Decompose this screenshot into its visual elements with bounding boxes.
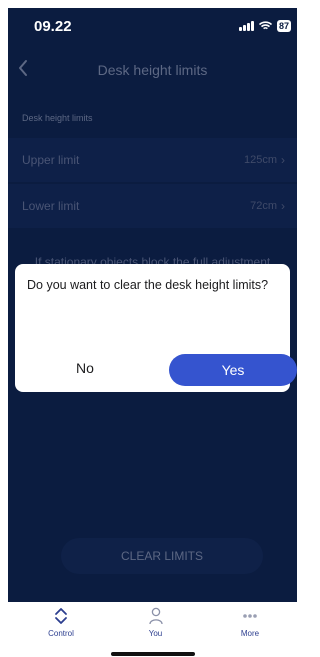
upper-limit-row[interactable]: Upper limit 125cm › [8, 138, 297, 182]
chevron-right-icon: › [281, 153, 285, 167]
up-down-chevron-icon [54, 607, 68, 625]
clear-limits-button[interactable]: CLEAR LIMITS [61, 538, 263, 574]
status-bar: 09.22 87 [8, 8, 297, 48]
dialog-message: Do you want to clear the desk height lim… [27, 278, 269, 292]
dialog-no-button[interactable]: No [55, 352, 115, 384]
tab-label: More [240, 629, 260, 638]
tab-bar: Control You More [8, 602, 297, 652]
status-icons: 87 [238, 20, 291, 32]
status-time: 09.22 [34, 18, 72, 35]
row-value: 72cm [250, 200, 277, 212]
dialog-yes-button[interactable]: Yes [169, 354, 297, 386]
person-icon [148, 607, 163, 625]
tab-control[interactable]: Control [26, 602, 96, 652]
signal-icon [238, 21, 254, 31]
nav-header: Desk height limits [8, 48, 297, 92]
tab-more[interactable]: More [215, 602, 285, 652]
tab-you[interactable]: You [121, 602, 191, 652]
more-dots-icon [242, 607, 258, 625]
battery-icon: 87 [276, 20, 291, 32]
confirm-dialog: Do you want to clear the desk height lim… [15, 264, 297, 392]
row-value-group: 72cm › [250, 199, 285, 213]
page-title: Desk height limits [97, 62, 208, 78]
home-indicator [111, 652, 195, 656]
row-value: 125cm [243, 154, 277, 166]
wifi-icon [258, 21, 272, 31]
row-value-group: 125cm › [244, 153, 285, 167]
chevron-right-icon: › [281, 199, 285, 213]
tab-label: Control [48, 629, 74, 638]
tab-label: You [148, 629, 163, 638]
row-label: Upper limit [22, 153, 80, 167]
section-label: Desk height limits [22, 113, 93, 123]
row-label: Lower limit [22, 199, 80, 213]
lower-limit-row[interactable]: Lower limit 72cm › [8, 184, 297, 228]
